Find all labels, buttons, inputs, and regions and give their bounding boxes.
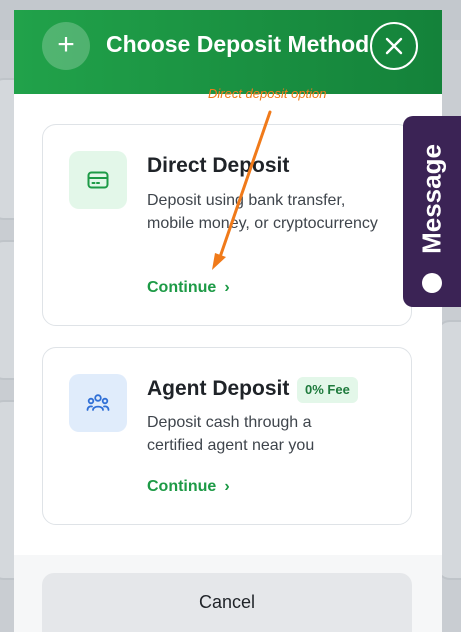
direct-deposit-continue-link[interactable]: Continue › bbox=[147, 279, 230, 297]
close-icon bbox=[385, 37, 403, 55]
message-tab[interactable]: Message bbox=[403, 116, 461, 307]
continue-label: Continue bbox=[147, 478, 217, 495]
chevron-right-icon: › bbox=[224, 478, 230, 495]
modal-footer: Cancel bbox=[14, 555, 442, 632]
cancel-button[interactable]: Cancel bbox=[42, 573, 412, 632]
modal-title: Choose Deposit Method bbox=[106, 31, 370, 57]
plus-icon: + bbox=[42, 22, 90, 70]
chevron-right-icon: › bbox=[224, 279, 230, 296]
message-tab-label: Message bbox=[416, 144, 447, 254]
agent-deposit-description: Deposit cash through a certified agent n… bbox=[147, 414, 315, 454]
direct-deposit-card[interactable]: Direct Deposit Deposit using bank transf… bbox=[42, 124, 412, 326]
annotation-label: Direct deposit option bbox=[208, 86, 327, 101]
close-button[interactable] bbox=[370, 22, 418, 70]
continue-label: Continue bbox=[147, 279, 217, 296]
agent-deposit-title: Agent Deposit bbox=[147, 377, 290, 400]
direct-deposit-title: Direct Deposit bbox=[147, 154, 290, 177]
agent-deposit-continue-link[interactable]: Continue › bbox=[147, 478, 230, 496]
agent-deposit-card[interactable]: Agent Deposit 0% Fee Deposit cash throug… bbox=[42, 347, 412, 525]
credit-card-icon bbox=[87, 171, 109, 189]
direct-deposit-icon-box bbox=[69, 151, 127, 209]
chat-bubble-icon bbox=[422, 273, 442, 293]
modal-header: + Choose Deposit Method bbox=[14, 10, 442, 94]
agent-deposit-icon-box bbox=[69, 374, 127, 432]
direct-deposit-description: Deposit using bank transfer, mobile mone… bbox=[147, 192, 378, 232]
users-group-icon bbox=[86, 394, 110, 411]
fee-badge: 0% Fee bbox=[297, 377, 358, 403]
deposit-method-modal: + Choose Deposit Method Direct Deposit D… bbox=[14, 10, 442, 632]
